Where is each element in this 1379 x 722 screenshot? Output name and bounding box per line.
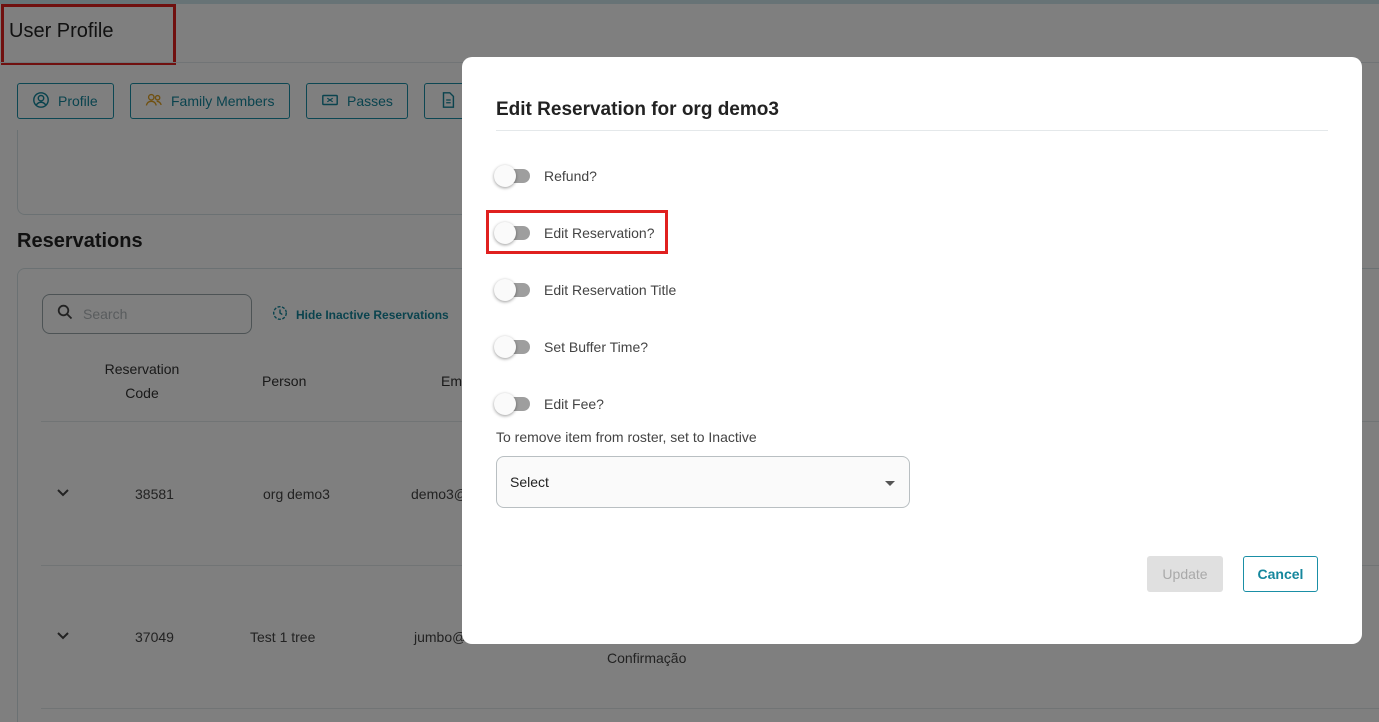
refund-switch[interactable] — [494, 165, 532, 187]
dialog-title-divider — [496, 130, 1328, 131]
buffer-time-switch[interactable] — [494, 336, 532, 358]
dialog-title: Edit Reservation for org demo3 — [496, 99, 779, 120]
toggle-label: Refund? — [544, 168, 597, 184]
cancel-button[interactable]: Cancel — [1243, 556, 1318, 592]
update-button[interactable]: Update — [1147, 556, 1223, 592]
toggle-set-buffer-time[interactable]: Set Buffer Time? — [494, 336, 648, 358]
toggle-edit-fee[interactable]: Edit Fee? — [494, 393, 604, 415]
status-select[interactable]: Select — [496, 456, 910, 508]
status-select-value: Select — [510, 474, 549, 490]
roster-status-label: To remove item from roster, set to Inact… — [496, 429, 757, 445]
toggle-refund[interactable]: Refund? — [494, 165, 597, 187]
caret-down-icon — [885, 481, 895, 486]
toggle-label: Edit Fee? — [544, 396, 604, 412]
toggle-label: Set Buffer Time? — [544, 339, 649, 355]
edit-reservation-highlight — [486, 210, 668, 254]
edit-fee-switch[interactable] — [494, 393, 532, 415]
edit-title-switch[interactable] — [494, 279, 532, 301]
edit-reservation-dialog: Edit Reservation for org demo3 Refund? E… — [462, 57, 1362, 644]
toggle-label: Edit Reservation Title — [544, 282, 677, 298]
toggle-edit-reservation-title[interactable]: Edit Reservation Title — [494, 279, 676, 301]
